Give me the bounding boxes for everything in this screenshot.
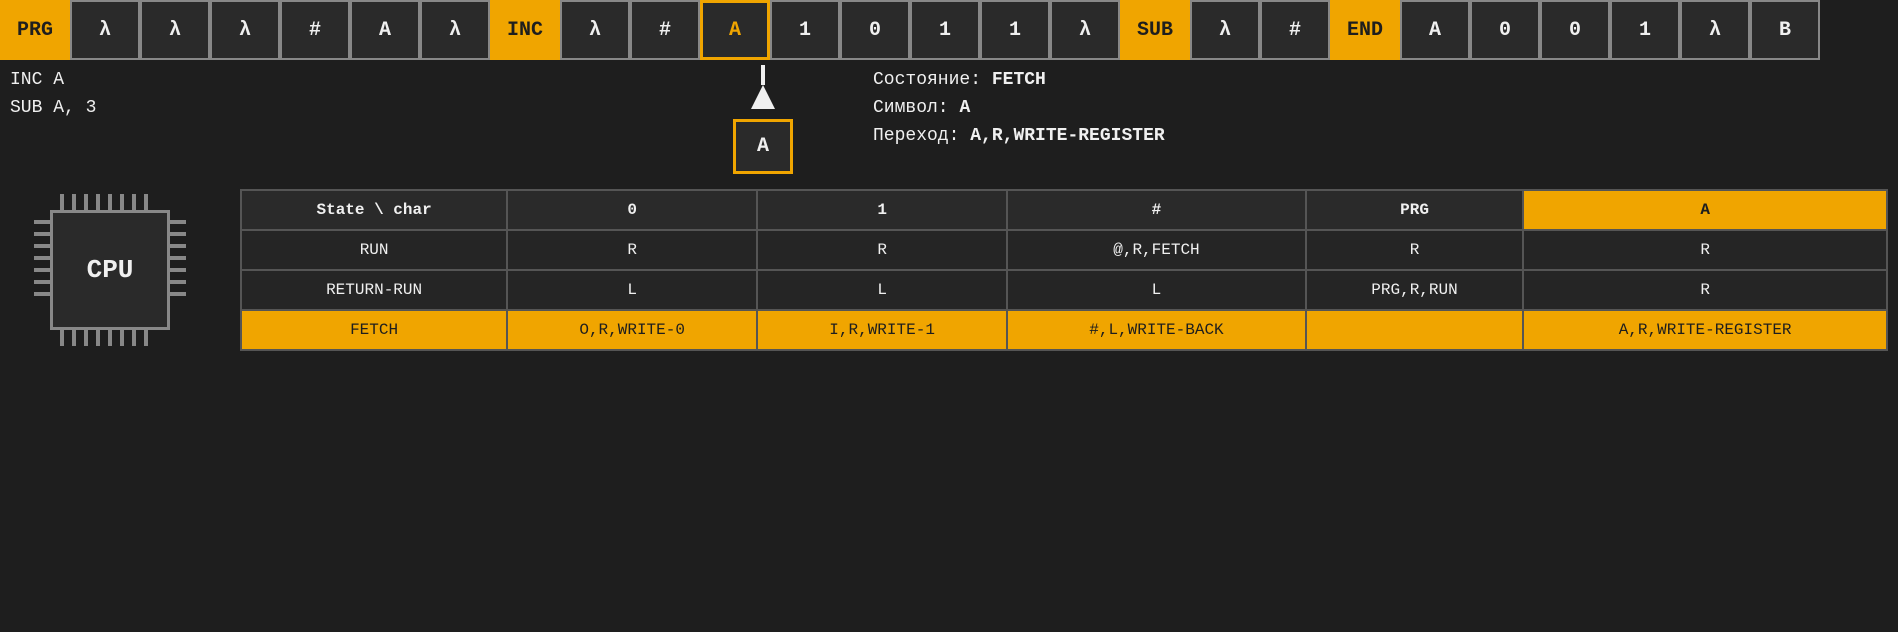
transition-line: Переход: A,R,WRITE-REGISTER — [873, 126, 1165, 146]
arrow-head-column: A — [733, 65, 793, 174]
cpu-chip: CPU — [50, 210, 170, 330]
tape-cell-7: INC — [490, 0, 560, 60]
table-cell-0: FETCH — [241, 310, 507, 350]
tape-cell-8: λ — [560, 0, 630, 60]
table-header-3: # — [1007, 190, 1306, 230]
tape-cell-4: # — [280, 0, 350, 60]
tape-cell-25: B — [1750, 0, 1820, 60]
table-cell-5: R — [1523, 230, 1887, 270]
table-cell-1: L — [507, 270, 757, 310]
table-row: RETURN-RUNLLLPRG,R,RUNR — [241, 270, 1887, 310]
tape-cell-21: 0 — [1470, 0, 1540, 60]
tape-cell-16: SUB — [1120, 0, 1190, 60]
cpu-pins-bottom — [60, 330, 148, 346]
tape-cell-17: λ — [1190, 0, 1260, 60]
code-block: INC A SUB A, 3 — [10, 65, 210, 118]
table-cell-2: R — [757, 230, 1007, 270]
tape-cell-22: 0 — [1540, 0, 1610, 60]
tape-cell-24: λ — [1680, 0, 1750, 60]
table-cell-4 — [1306, 310, 1523, 350]
main-layout: PRGλλλ#AλINCλ#A1011λSUBλ#ENDA001λB INC A… — [0, 0, 1898, 361]
table-cell-5: A,R,WRITE-REGISTER — [1523, 310, 1887, 350]
table-row: RUNRR@,R,FETCHRR — [241, 230, 1887, 270]
cpu-pins-top — [60, 194, 148, 210]
tape-cell-14: 1 — [980, 0, 1050, 60]
tape-cell-3: λ — [210, 0, 280, 60]
symbol-line: Символ: A — [873, 98, 1165, 118]
cpu-pins-right — [170, 220, 186, 296]
table-cell-0: RETURN-RUN — [241, 270, 507, 310]
tape-row: PRGλλλ#AλINCλ#A1011λSUBλ#ENDA001λB — [0, 0, 1898, 60]
table-cell-2: L — [757, 270, 1007, 310]
cpu-container: CPU — [10, 189, 210, 351]
arrow-stem — [761, 65, 765, 85]
code-line-2: SUB A, 3 — [10, 98, 210, 118]
code-line-1: INC A — [10, 70, 210, 90]
arrow-up-icon — [751, 85, 775, 109]
tape-cell-1: λ — [70, 0, 140, 60]
cpu-label: CPU — [87, 255, 134, 285]
middle-row: INC A SUB A, 3 A Состояние: FETCH Символ… — [0, 65, 1898, 174]
tape-cell-23: 1 — [1610, 0, 1680, 60]
tape-cell-10: A — [700, 0, 770, 60]
state-info: Состояние: FETCH Символ: A Переход: A,R,… — [873, 65, 1165, 146]
table-cell-4: R — [1306, 230, 1523, 270]
table-cell-0: RUN — [241, 230, 507, 270]
transition-table: State \ char01#PRGARUNRR@,R,FETCHRRRETUR… — [240, 189, 1888, 351]
table-cell-4: PRG,R,RUN — [1306, 270, 1523, 310]
tape-cell-2: λ — [140, 0, 210, 60]
tape-cell-11: 1 — [770, 0, 840, 60]
table-cell-5: R — [1523, 270, 1887, 310]
table-cell-3: #,L,WRITE-BACK — [1007, 310, 1306, 350]
tape-cell-13: 1 — [910, 0, 980, 60]
table-header-4: PRG — [1306, 190, 1523, 230]
tape-cell-0: PRG — [0, 0, 70, 60]
bottom-section: CPU — [0, 179, 1898, 361]
table-cell-2: I,R,WRITE-1 — [757, 310, 1007, 350]
table-header-5: A — [1523, 190, 1887, 230]
state-line: Состояние: FETCH — [873, 70, 1165, 90]
table-cell-3: @,R,FETCH — [1007, 230, 1306, 270]
table-cell-1: O,R,WRITE-0 — [507, 310, 757, 350]
table-header-0: State \ char — [241, 190, 507, 230]
tape-cell-15: λ — [1050, 0, 1120, 60]
table-cell-1: R — [507, 230, 757, 270]
tape-cell-9: # — [630, 0, 700, 60]
tape-cell-5: A — [350, 0, 420, 60]
table-header-2: 1 — [757, 190, 1007, 230]
tape-cell-12: 0 — [840, 0, 910, 60]
tape-cell-19: END — [1330, 0, 1400, 60]
table-cell-3: L — [1007, 270, 1306, 310]
cpu-icon: CPU — [30, 190, 190, 350]
table-header-1: 0 — [507, 190, 757, 230]
cpu-pins-left — [34, 220, 50, 296]
tape-cell-6: λ — [420, 0, 490, 60]
table-row: FETCHO,R,WRITE-0I,R,WRITE-1#,L,WRITE-BAC… — [241, 310, 1887, 350]
tape-cell-20: A — [1400, 0, 1470, 60]
tape-cell-18: # — [1260, 0, 1330, 60]
head-cell: A — [733, 119, 793, 174]
